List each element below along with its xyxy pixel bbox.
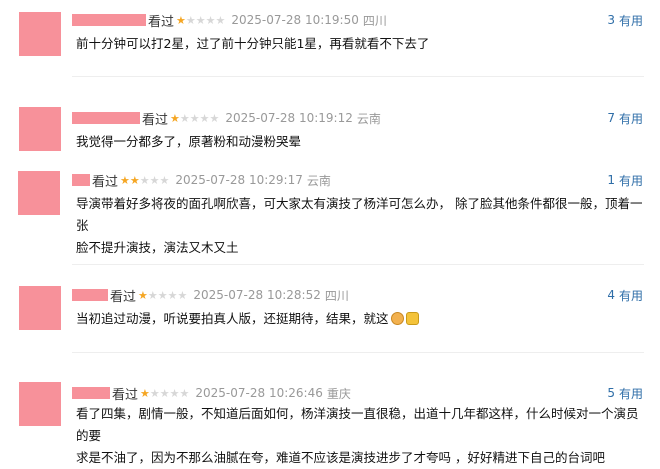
star-empty-icon: ★ bbox=[189, 111, 200, 125]
divider bbox=[72, 352, 644, 353]
review-text-line: 看了四集，剧情一般，不知道后面如何，杨洋演技一直很稳，出道十几年都这样，什么时候… bbox=[76, 406, 639, 443]
rating-stars: ★ ★ ★ ★ ★ bbox=[170, 113, 219, 124]
review-location: 重庆 bbox=[326, 386, 351, 401]
avatar[interactable] bbox=[18, 171, 60, 215]
useful-vote[interactable]: 7 有用 bbox=[607, 109, 643, 127]
review-time: 2025-07-28 10:19:12 bbox=[225, 111, 353, 125]
useful-vote[interactable]: 3 有用 bbox=[607, 11, 643, 29]
review-meta: 看过 ★ ★ ★ ★ ★ 2025-07-28 10:26:46 重庆 bbox=[72, 384, 351, 403]
review-time: 2025-07-28 10:26:46 bbox=[195, 386, 323, 400]
star-empty-icon: ★ bbox=[215, 13, 226, 27]
review-time: 2025-07-28 10:28:52 bbox=[193, 288, 321, 302]
useful-count: 1 bbox=[607, 173, 615, 187]
useful-count: 7 bbox=[607, 111, 615, 125]
review-meta: 看过 ★ ★ ★ ★ ★ 2025-07-28 10:28:52 四川 bbox=[72, 286, 349, 305]
star-empty-icon: ★ bbox=[209, 111, 220, 125]
useful-count: 5 bbox=[607, 386, 615, 400]
star-empty-icon: ★ bbox=[179, 386, 190, 400]
star-empty-icon: ★ bbox=[159, 386, 170, 400]
username-redacted[interactable] bbox=[72, 387, 110, 399]
useful-count: 3 bbox=[607, 13, 615, 27]
star-empty-icon: ★ bbox=[205, 13, 216, 27]
review-meta: 看过 ★ ★ ★ ★ ★ 2025-07-28 10:19:50 四川 bbox=[72, 11, 387, 30]
star-filled-icon: ★ bbox=[129, 173, 140, 187]
star-filled-icon: ★ bbox=[176, 13, 186, 27]
useful-vote[interactable]: 5 有用 bbox=[607, 384, 643, 402]
avatar[interactable] bbox=[19, 107, 61, 151]
star-empty-icon: ★ bbox=[177, 288, 188, 302]
divider bbox=[72, 76, 644, 77]
review-location: 四川 bbox=[324, 288, 349, 303]
review-meta: 看过 ★ ★ ★ ★ ★ 2025-07-28 10:29:17 云南 bbox=[72, 171, 331, 190]
star-filled-icon: ★ bbox=[140, 386, 150, 400]
star-filled-icon: ★ bbox=[170, 111, 180, 125]
review-location: 四川 bbox=[362, 13, 387, 28]
star-empty-icon: ★ bbox=[185, 13, 196, 27]
star-empty-icon: ★ bbox=[147, 288, 158, 302]
review-text-body: 当初追过动漫，听说要拍真人版，还挺期待，结果，就这 bbox=[76, 311, 389, 326]
useful-vote[interactable]: 1 有用 bbox=[607, 171, 643, 189]
review-text-line: 求是不油了，因为不那么油腻在夸，难道不应该是演技进步了才夸吗 ，好好精进下自己的… bbox=[76, 450, 605, 465]
watched-label: 看过 bbox=[142, 112, 169, 128]
watched-label: 看过 bbox=[92, 174, 119, 190]
useful-button[interactable]: 有用 bbox=[619, 110, 643, 127]
review-time: 2025-07-28 10:19:50 bbox=[231, 13, 359, 27]
avatar[interactable] bbox=[19, 12, 61, 56]
useful-button[interactable]: 有用 bbox=[619, 287, 643, 304]
review-text: 前十分钟可以打2星，过了前十分钟只能1星，再看就看不下去了 bbox=[76, 36, 430, 51]
star-empty-icon: ★ bbox=[179, 111, 190, 125]
review-text: 我觉得一分都多了，原著粉和动漫粉哭晕 bbox=[76, 134, 302, 149]
review-text-line: 导演带着好多将夜的面孔啊欣喜，可大家太有演技了杨洋可怎么办， 除了脸其他条件都很… bbox=[76, 196, 643, 233]
star-empty-icon: ★ bbox=[157, 288, 168, 302]
username-redacted[interactable] bbox=[72, 112, 140, 124]
avatar[interactable] bbox=[19, 286, 61, 330]
star-empty-icon: ★ bbox=[167, 288, 178, 302]
watched-label: 看过 bbox=[112, 387, 139, 403]
review-text: 导演带着好多将夜的面孔啊欣喜，可大家太有演技了杨洋可怎么办， 除了脸其他条件都很… bbox=[76, 193, 644, 259]
star-empty-icon: ★ bbox=[159, 173, 170, 187]
username-redacted[interactable] bbox=[72, 289, 108, 301]
useful-count: 4 bbox=[607, 288, 615, 302]
rating-stars: ★ ★ ★ ★ ★ bbox=[140, 388, 189, 399]
rating-stars: ★ ★ ★ ★ ★ bbox=[176, 15, 225, 26]
watched-label: 看过 bbox=[148, 14, 175, 30]
star-empty-icon: ★ bbox=[195, 13, 206, 27]
review-text-line: 脸不提升演技，演法又木又土 bbox=[76, 240, 239, 255]
star-empty-icon: ★ bbox=[199, 111, 210, 125]
useful-button[interactable]: 有用 bbox=[619, 385, 643, 402]
thumbs-down-icon bbox=[405, 312, 419, 325]
useful-button[interactable]: 有用 bbox=[619, 12, 643, 29]
star-empty-icon: ★ bbox=[149, 386, 160, 400]
rating-stars: ★ ★ ★ ★ ★ bbox=[120, 175, 169, 186]
cat-face-icon bbox=[390, 312, 404, 325]
star-filled-icon: ★ bbox=[120, 173, 130, 187]
review-text: 看了四集，剧情一般，不知道后面如何，杨洋演技一直很稳，出道十几年都这样，什么时候… bbox=[76, 403, 644, 469]
star-empty-icon: ★ bbox=[139, 173, 150, 187]
review-text: 当初追过动漫，听说要拍真人版，还挺期待，结果，就这 bbox=[76, 308, 644, 330]
watched-label: 看过 bbox=[110, 289, 137, 305]
star-filled-icon: ★ bbox=[138, 288, 148, 302]
username-redacted[interactable] bbox=[72, 174, 90, 186]
star-empty-icon: ★ bbox=[169, 386, 180, 400]
divider bbox=[72, 264, 644, 265]
review-location: 云南 bbox=[356, 111, 381, 126]
star-empty-icon: ★ bbox=[149, 173, 160, 187]
useful-vote[interactable]: 4 有用 bbox=[607, 286, 643, 304]
review-location: 云南 bbox=[306, 173, 331, 188]
username-redacted[interactable] bbox=[72, 14, 146, 26]
useful-button[interactable]: 有用 bbox=[619, 172, 643, 189]
review-meta: 看过 ★ ★ ★ ★ ★ 2025-07-28 10:19:12 云南 bbox=[72, 109, 381, 128]
review-time: 2025-07-28 10:29:17 bbox=[175, 173, 303, 187]
rating-stars: ★ ★ ★ ★ ★ bbox=[138, 290, 187, 301]
avatar[interactable] bbox=[19, 382, 61, 426]
